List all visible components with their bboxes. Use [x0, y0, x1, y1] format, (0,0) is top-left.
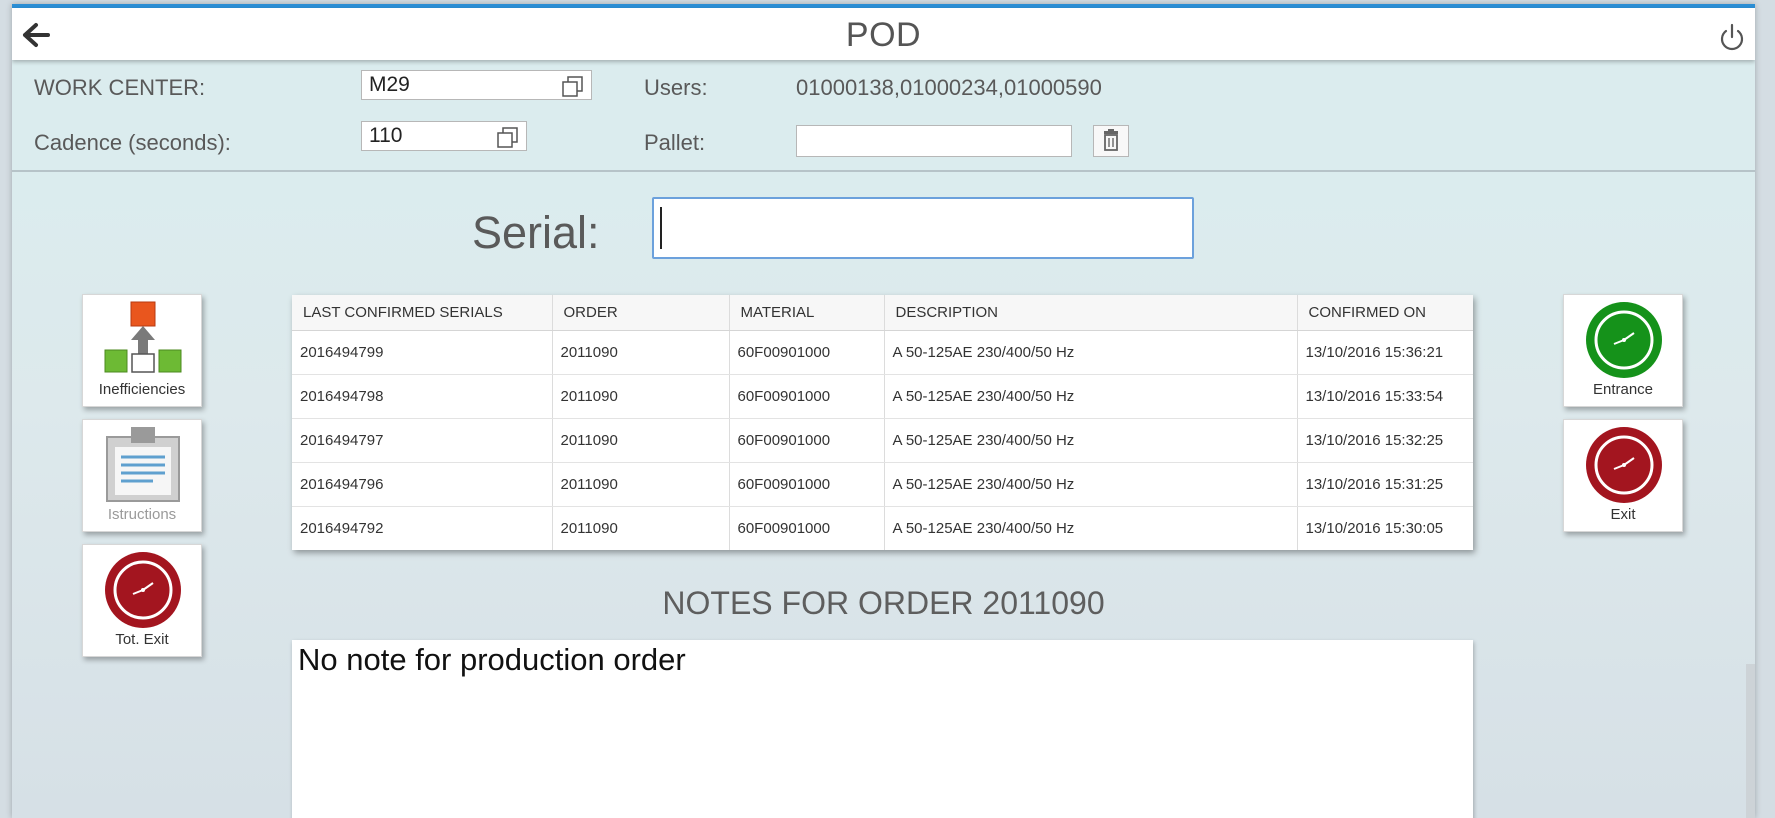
exit-label: Exit [1610, 506, 1636, 523]
entrance-tile[interactable]: Entrance [1563, 294, 1683, 407]
cell-order: 2011090 [552, 374, 730, 419]
cadence-field[interactable]: 110 [361, 121, 527, 151]
users-label: Users: [644, 75, 708, 100]
clear-pallet-button[interactable] [1093, 125, 1129, 157]
cadence-value: 110 [369, 124, 403, 147]
cell-description: A 50-125AE 230/400/50 Hz [884, 330, 1298, 375]
users-value: 01000138,01000234,01000590 [796, 75, 1102, 100]
cell-serial: 2016494799 [292, 330, 553, 375]
tot-exit-label: Tot. Exit [115, 631, 169, 648]
cell-confirmed-on: 13/10/2016 15:31:25 [1297, 462, 1473, 507]
cell-order: 2011090 [552, 418, 730, 463]
table-header-row: LAST CONFIRMED SERIALS ORDER MATERIAL DE… [292, 295, 1473, 331]
notes-title: NOTES FOR ORDER 2011090 [662, 585, 1105, 621]
cell-confirmed-on: 13/10/2016 15:30:05 [1305, 520, 1444, 537]
cell-material: 60F00901000 [729, 506, 885, 550]
cell-material: 60F00901000 [729, 330, 885, 375]
shell-bar: POD [12, 8, 1755, 60]
work-center-value: M29 [369, 73, 410, 96]
cell-serial: 2016494798 [292, 374, 553, 419]
cell-confirmed-on: 13/10/2016 15:32:25 [1297, 418, 1473, 463]
confirmed-serials-table: LAST CONFIRMED SERIALS ORDER MATERIAL DE… [292, 295, 1473, 550]
scrollbar[interactable] [1746, 664, 1755, 818]
trash-icon [1104, 129, 1118, 151]
cell-serial: 2016494797 [292, 418, 553, 463]
inefficiencies-icon [104, 301, 182, 373]
work-center-label: WORK CENTER: [34, 75, 206, 100]
power-icon [1720, 23, 1744, 51]
table-row[interactable]: 2016494797 2011090 60F00901000 A 50-125A… [292, 418, 1473, 463]
column-header-material[interactable]: MATERIAL [729, 295, 885, 331]
pod-app: POD WORK CENTER: M29 Users: 01000138,010… [12, 4, 1755, 818]
clock-green-icon [1586, 302, 1662, 378]
value-help-icon[interactable] [561, 74, 585, 98]
clipboard-icon [106, 427, 180, 502]
cadence-label: Cadence (seconds): [34, 130, 231, 155]
table-row[interactable]: 2016494792 2011090 60F00901000 A 50-125A… [292, 506, 1473, 550]
serial-input[interactable] [652, 197, 1194, 259]
text-caret [660, 207, 662, 249]
inefficiencies-tile[interactable]: Inefficiencies [82, 294, 202, 407]
header-divider [12, 170, 1755, 172]
cell-description: A 50-125AE 230/400/50 Hz [884, 506, 1298, 550]
serial-label: Serial: [472, 207, 600, 258]
cell-order: 2011090 [552, 506, 730, 550]
cell-material: 60F00901000 [729, 418, 885, 463]
cell-order: 2011090 [552, 462, 730, 507]
value-help-icon[interactable] [496, 125, 520, 149]
cell-confirmed-on: 13/10/2016 15:33:54 [1297, 374, 1473, 419]
notes-text: No note for production order [298, 642, 686, 677]
clock-red-icon [1586, 427, 1662, 503]
instructions-label: Istructions [107, 506, 177, 523]
instructions-tile[interactable]: Istructions [82, 419, 202, 532]
cell-serial: 2016494796 [292, 462, 553, 507]
table-row[interactable]: 2016494796 2011090 60F00901000 A 50-125A… [292, 462, 1473, 507]
cell-material: 60F00901000 [729, 462, 885, 507]
pallet-input[interactable] [796, 125, 1072, 157]
logout-button[interactable] [1715, 20, 1749, 54]
entrance-label: Entrance [1592, 381, 1654, 398]
cell-serial: 2016494792 [292, 506, 553, 550]
app-title: POD [845, 16, 922, 54]
notes-textarea[interactable]: No note for production order [292, 640, 1473, 818]
column-header-confirmed-on[interactable]: CONFIRMED ON [1297, 295, 1473, 331]
cell-description: A 50-125AE 230/400/50 Hz [884, 418, 1298, 463]
table-row[interactable]: 2016494798 2011090 60F00901000 A 50-125A… [292, 374, 1473, 419]
cell-description: A 50-125AE 230/400/50 Hz [884, 462, 1298, 507]
cell-description: A 50-125AE 230/400/50 Hz [884, 374, 1298, 419]
pallet-label: Pallet: [644, 130, 706, 155]
inefficiencies-label: Inefficiencies [98, 381, 186, 398]
cell-order: 2011090 [552, 330, 730, 375]
cell-confirmed-on: 13/10/2016 15:36:21 [1297, 330, 1473, 375]
column-header-description[interactable]: DESCRIPTION [884, 295, 1298, 331]
exit-tile[interactable]: Exit [1563, 419, 1683, 532]
table-row[interactable]: 2016494799 2011090 60F00901000 A 50-125A… [292, 330, 1473, 375]
work-center-field[interactable]: M29 [361, 70, 592, 100]
column-header-order[interactable]: ORDER [552, 295, 730, 331]
column-header-serial[interactable]: LAST CONFIRMED SERIALS [292, 295, 553, 331]
cell-material: 60F00901000 [729, 374, 885, 419]
